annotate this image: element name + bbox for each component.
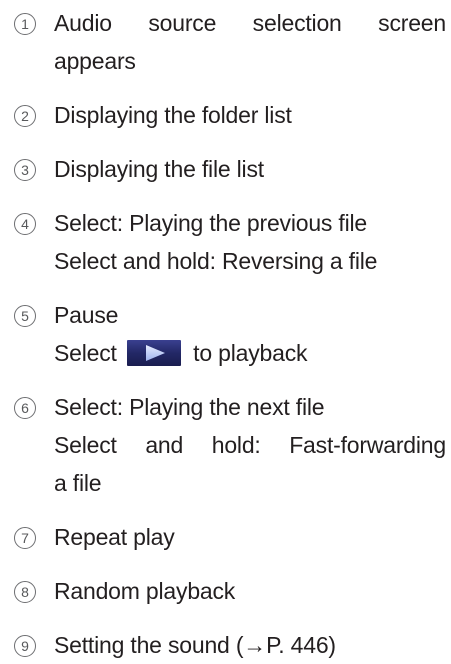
list-item-8: 8 Random playback [14,572,446,610]
item-text-line: Random playback [54,578,236,604]
list-item-6: 6 Select: Playing the next file Select a… [14,388,446,502]
item-text-line: Select and hold: Reversing a file [54,248,378,274]
item-number: 8 [14,581,36,603]
play-icon [126,340,181,366]
item-text-line: Repeat play [54,524,175,550]
item-number: 7 [14,527,36,549]
item-number: 1 [14,13,36,35]
list-item-9: 9 Setting the sound (→P. 446) [14,626,446,664]
list-item-4: 4 Select: Playing the previous file Sele… [14,204,446,280]
list-item-3: 3 Displaying the file list [14,150,446,188]
list-item-5: 5 Pause Select to playback [14,296,446,372]
item-number: 2 [14,105,36,127]
item-text-line: Select: Playing the previous file [54,210,368,236]
item-text: Select [54,340,117,366]
item-text-line: a file [54,470,102,496]
item-number: 4 [14,213,36,235]
list-item-7: 7 Repeat play [14,518,446,556]
item-text-line: Pause [54,302,119,328]
list-item-1: 1 Audio source selection screen appears [14,4,446,80]
item-text-line: Displaying the folder list [54,102,292,128]
item-text-line: appears [54,48,136,74]
item-text-line: Select: Playing the next file [54,394,325,420]
list-item-2: 2 Displaying the folder list [14,96,446,134]
item-number: 5 [14,305,36,327]
item-text: to playback [193,340,308,366]
item-number: 6 [14,397,36,419]
item-number: 3 [14,159,36,181]
item-text-line-with-icon: Select to playback [54,334,446,372]
item-text-line: Displaying the file list [54,156,264,182]
item-text-line: Setting the sound (→P. 446) [54,632,336,658]
item-number: 9 [14,635,36,657]
item-text-line: Audio source selection screen [54,10,446,36]
item-text-line: Select and hold: Fast-forwarding [54,432,446,458]
item-list: 1 Audio source selection screen appears … [14,4,446,664]
